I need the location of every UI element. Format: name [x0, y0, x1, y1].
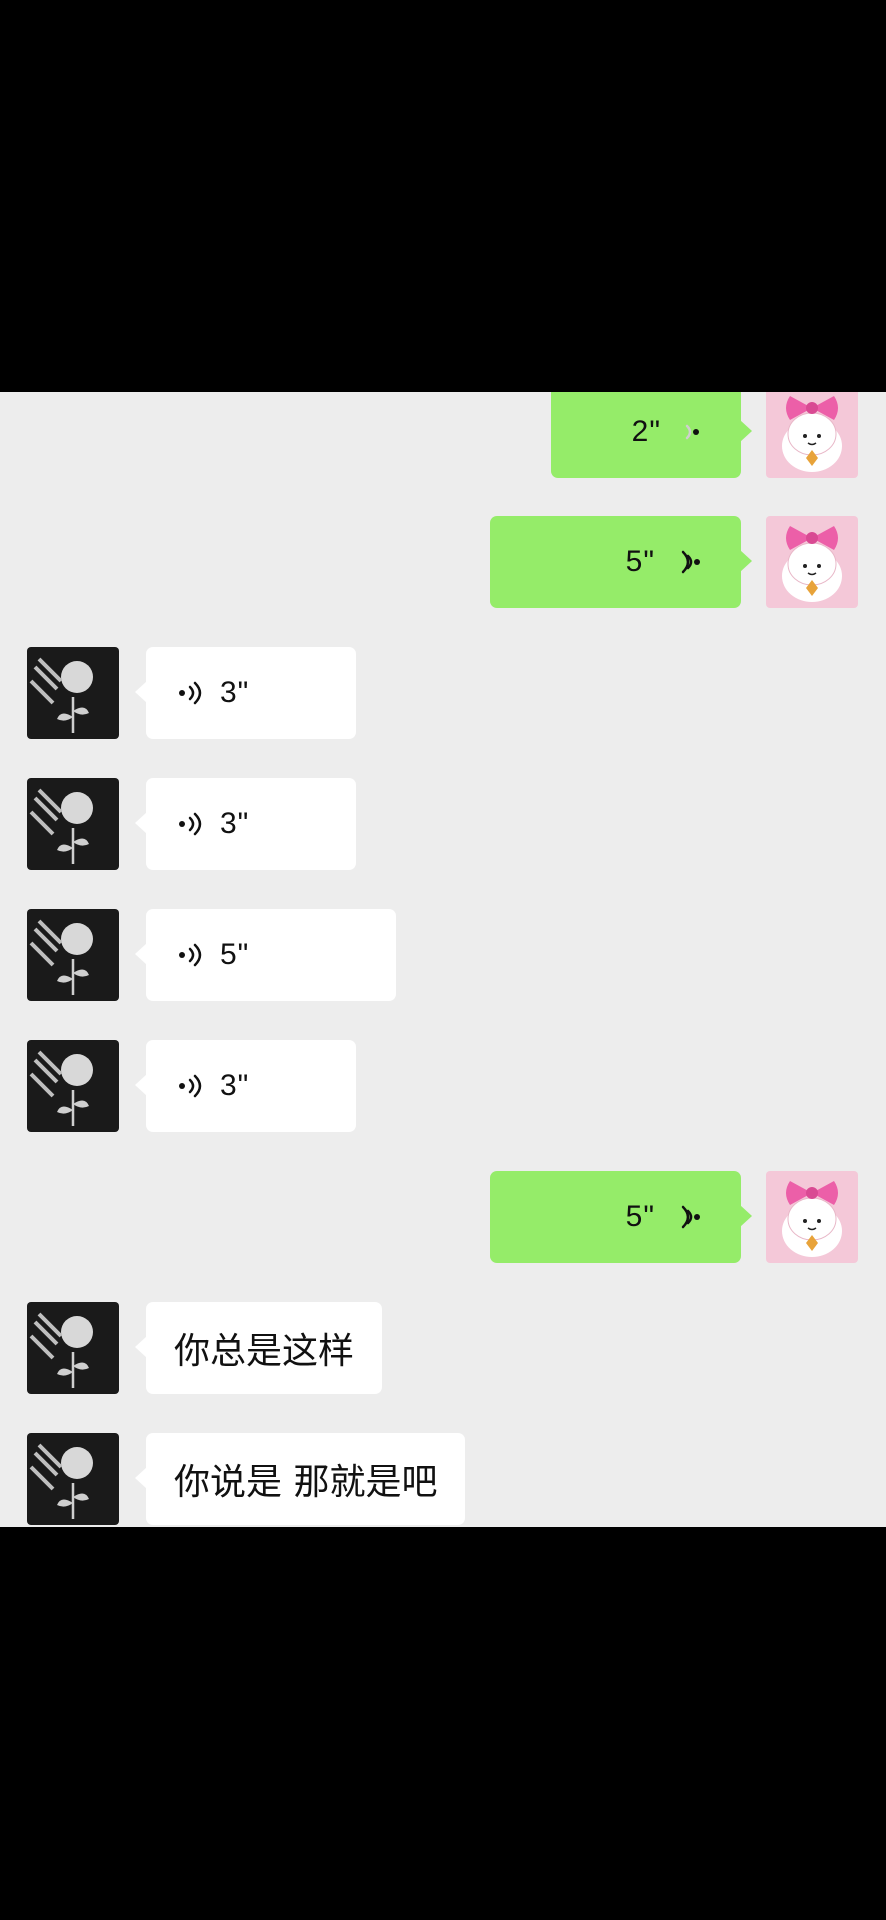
message-row-received: 3" — [0, 1040, 886, 1134]
voice-message-bubble[interactable]: 5" — [490, 516, 752, 608]
voice-duration: 3" — [220, 807, 250, 840]
contact-avatar[interactable] — [27, 909, 119, 1001]
voice-wave-right-icon — [685, 424, 699, 440]
contact-avatar[interactable] — [27, 1302, 119, 1394]
contact-avatar[interactable] — [27, 1040, 119, 1132]
voice-wave-left-icon — [179, 943, 202, 967]
voice-duration: 5" — [625, 545, 655, 578]
contact-avatar[interactable] — [27, 1433, 119, 1525]
voice-message-bubble[interactable]: 3" — [135, 778, 356, 870]
contact-avatar[interactable] — [27, 778, 119, 870]
voice-duration: 5" — [220, 938, 250, 971]
voice-wave-left-icon — [179, 812, 202, 836]
voice-message-bubble[interactable]: 3" — [135, 1040, 356, 1132]
voice-wave-right-icon — [681, 550, 700, 574]
voice-duration: 3" — [220, 1069, 250, 1102]
my-avatar[interactable] — [766, 516, 858, 608]
message-row-sent: 2" — [0, 392, 886, 480]
voice-message-bubble[interactable]: 5" — [135, 909, 396, 1001]
message-row-received: 5" — [0, 909, 886, 1003]
message-row-received: 你总是这样 — [0, 1302, 886, 1396]
voice-message-bubble[interactable]: 3" — [135, 647, 356, 739]
message-text: 你总是这样 — [174, 1331, 355, 1372]
message-text: 你说是 那就是吧 — [174, 1462, 438, 1503]
voice-wave-right-icon — [681, 1205, 700, 1229]
voice-duration: 5" — [625, 1200, 655, 1233]
message-row-received: 3" — [0, 647, 886, 741]
voice-message-bubble[interactable]: 5" — [490, 1171, 752, 1263]
voice-wave-left-icon — [179, 681, 202, 705]
my-avatar[interactable] — [766, 392, 858, 478]
message-row-received: 3" — [0, 778, 886, 872]
text-message-bubble[interactable]: 你总是这样 — [135, 1302, 383, 1394]
message-row-received: 你说是 那就是吧 — [0, 1433, 886, 1527]
voice-wave-left-icon — [179, 1074, 202, 1098]
chat-message-list[interactable]: 2" 5" 3" 3" 5" 3" 5" 你总是这样 你说是 那就是吧 — [0, 392, 886, 1527]
my-avatar[interactable] — [766, 1171, 858, 1263]
text-message-bubble[interactable]: 你说是 那就是吧 — [135, 1433, 466, 1525]
message-row-sent: 5" — [0, 516, 886, 610]
voice-duration: 3" — [220, 676, 250, 709]
voice-duration: 2" — [631, 415, 661, 448]
voice-message-bubble[interactable]: 2" — [551, 392, 752, 478]
message-row-sent: 5" — [0, 1171, 886, 1265]
contact-avatar[interactable] — [27, 647, 119, 739]
phone-screen: 2" 5" 3" 3" 5" 3" 5" 你总是这样 你说是 那就是吧 — [0, 0, 886, 1920]
